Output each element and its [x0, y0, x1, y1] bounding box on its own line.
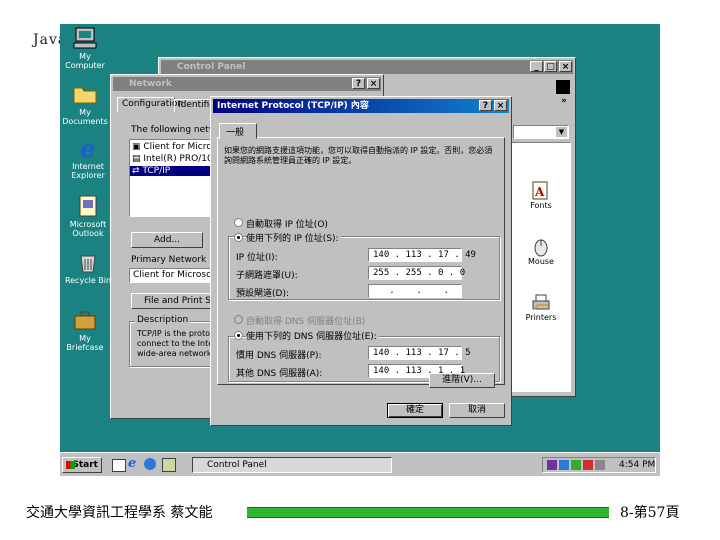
auto-ip-radio[interactable]	[234, 218, 243, 227]
ie-icon: e	[75, 134, 101, 163]
list-item[interactable]: ▤ Intel(R) PRO/100	[132, 154, 218, 164]
help-icon[interactable]: ?	[352, 78, 365, 89]
ie-quicklaunch-icon[interactable]: e	[128, 456, 136, 471]
tray-icon[interactable]	[559, 460, 569, 470]
maximize-button[interactable]: □	[544, 61, 557, 72]
subnet-mask-field[interactable]: 255 . 255 . 0 . 0	[368, 266, 465, 280]
preferred-dns-field[interactable]: 140 . 113 . 17 . 5	[368, 346, 471, 360]
clock[interactable]: 4:54 PM	[619, 460, 655, 470]
computer-icon	[72, 26, 98, 50]
svg-text:e: e	[80, 136, 95, 160]
cp-item-fonts[interactable]: A Fonts	[514, 181, 568, 210]
cp-item-printers[interactable]: Printers	[514, 293, 568, 322]
volume-icon[interactable]	[595, 460, 605, 470]
recycle-bin-icon	[75, 250, 101, 274]
manual-dns-radio[interactable]	[234, 331, 243, 340]
control-panel-items: A Fonts Mouse Printers	[511, 142, 571, 392]
manual-ip-label: 使用下列的 IP 位址(S):	[246, 231, 341, 244]
gateway-label: 預設閘道(D):	[236, 289, 289, 299]
cp-item-mouse[interactable]: Mouse	[514, 237, 568, 266]
desktop-icon-outlook[interactable]: Microsoft Outlook	[63, 194, 113, 238]
outlook-icon	[75, 194, 101, 218]
desktop-shortcut-icon[interactable]	[112, 459, 126, 472]
svg-text:A: A	[534, 185, 545, 199]
description-label: Description	[135, 315, 191, 325]
start-button[interactable]: Start	[62, 457, 102, 473]
tray-icon[interactable]	[547, 460, 557, 470]
printers-icon	[530, 293, 552, 313]
footer-divider-bar	[247, 507, 609, 518]
tab-general[interactable]: 一般	[219, 123, 257, 139]
gateway-field[interactable]: . . .	[368, 284, 462, 298]
control-panel-titlebar[interactable]: Control Panel _ □ ×	[161, 60, 573, 74]
system-tray: 4:54 PM	[542, 457, 656, 473]
fonts-icon: A	[530, 181, 552, 201]
tcpip-titlebar[interactable]: Internet Protocol (TCP/IP) 內容 ? ×	[213, 99, 509, 113]
taskbar-control-panel[interactable]: Control Panel	[192, 457, 392, 473]
desktop-icon-my-computer[interactable]: My Computer	[60, 26, 110, 70]
cancel-button[interactable]: 取消	[449, 403, 505, 418]
windows-logo-icon	[556, 80, 570, 94]
preferred-dns-label: 慣用 DNS 伺服器(P):	[236, 351, 322, 361]
briefcase-icon	[72, 308, 98, 332]
chevron-down-icon: ▼	[556, 127, 567, 137]
mouse-icon	[530, 237, 552, 257]
toolbar-more-icon[interactable]: »	[561, 96, 567, 106]
ip-address-field[interactable]: 140 . 113 . 17 . 49	[368, 248, 476, 262]
subnet-mask-label: 子網路遮罩(U):	[236, 271, 298, 281]
channels-icon[interactable]	[144, 458, 156, 470]
desktop-screenshot: My Computer My Documents e Internet Expl…	[60, 24, 660, 476]
ip-address-label: IP 位址(I):	[236, 253, 278, 263]
tab-configuration[interactable]: Configuration	[117, 97, 183, 113]
manual-ip-radio[interactable]	[234, 233, 243, 242]
page-number: 8-第57頁	[620, 505, 680, 521]
add-button[interactable]: Add...	[131, 232, 203, 248]
ok-button[interactable]: 確定	[387, 403, 443, 418]
minimize-button[interactable]: _	[530, 61, 543, 72]
advanced-button[interactable]: 進階(V)...	[429, 373, 495, 388]
taskbar: Start e Control Panel 4:54 PM	[60, 452, 660, 476]
general-tab-panel: 如果您的網路支援這項功能，您可以取得自動指派的 IP 設定。否則，您必須詢問網路…	[217, 137, 505, 385]
desktop-icon-recycle-bin[interactable]: Recycle Bin	[63, 250, 113, 285]
auto-dns-label: 自動取得 DNS 伺服器位址(B)	[246, 317, 366, 327]
tray-icon[interactable]	[583, 460, 593, 470]
auto-dns-radio	[234, 315, 243, 324]
desktop-icon-my-briefcase[interactable]: My Briefcase	[60, 308, 110, 352]
outlook-quicklaunch-icon[interactable]	[162, 458, 176, 472]
address-dropdown[interactable]: ▼	[513, 125, 569, 139]
tray-icon[interactable]	[571, 460, 581, 470]
close-button[interactable]: ×	[367, 78, 380, 89]
manual-dns-label: 使用下列的 DNS 伺服器位址(E):	[246, 329, 379, 342]
help-button[interactable]: ?	[479, 100, 492, 111]
windows-flag-icon	[66, 461, 75, 469]
close-button[interactable]: ×	[559, 61, 572, 72]
footer-author: 交通大學資訊工程學系 蔡文能	[26, 505, 213, 521]
desktop-icon-internet-explorer[interactable]: e Internet Explorer	[63, 134, 113, 180]
close-button[interactable]: ×	[494, 100, 507, 111]
tcpip-properties-dialog: Internet Protocol (TCP/IP) 內容 ? × 一般 如果您…	[210, 96, 512, 426]
alternate-dns-label: 其他 DNS 伺服器(A):	[236, 369, 323, 379]
network-titlebar[interactable]: Network ? ×	[113, 77, 381, 91]
desktop-icon-my-documents[interactable]: My Documents	[60, 82, 110, 126]
auto-ip-label: 自動取得 IP 位址(O)	[246, 220, 328, 230]
intro-text: 如果您的網路支援這項功能，您可以取得自動指派的 IP 設定。否則，您必須詢問網路…	[224, 146, 493, 165]
folder-icon	[72, 82, 98, 106]
